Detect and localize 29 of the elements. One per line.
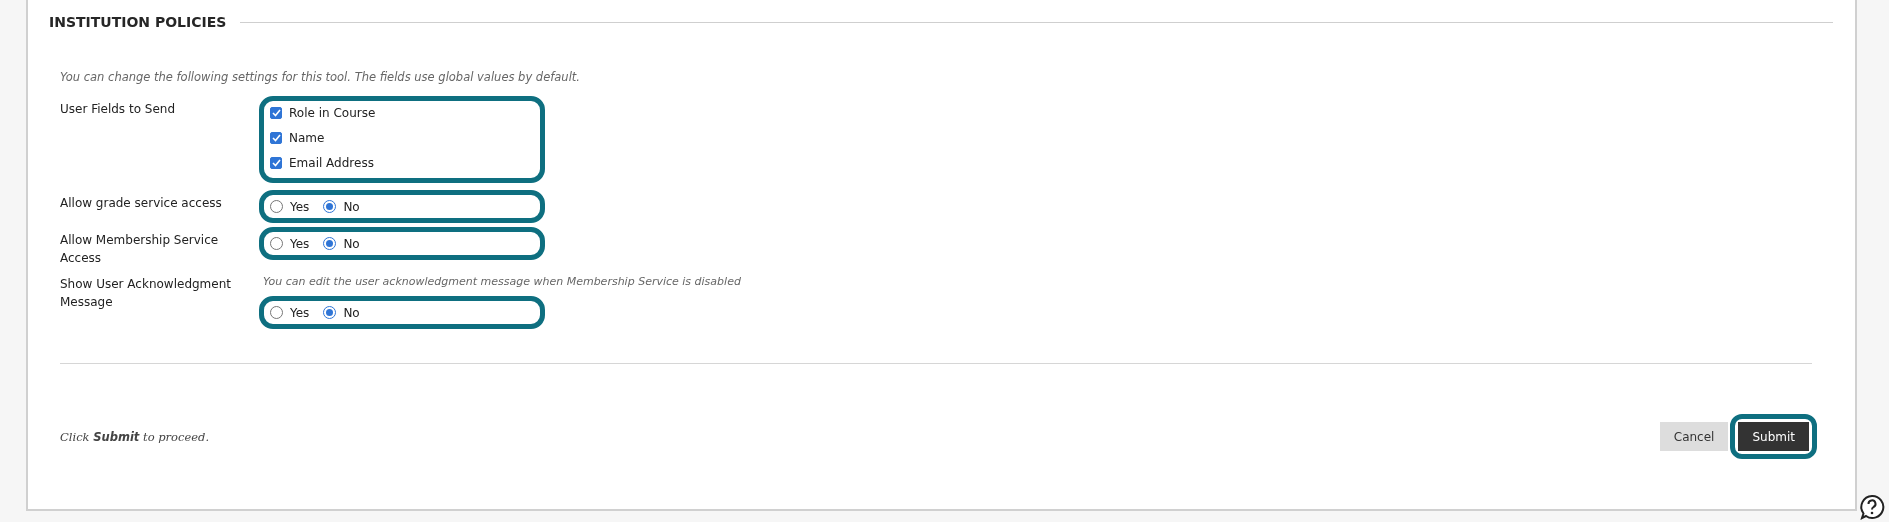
checkbox-option[interactable]: Role in Course [270,103,534,122]
radio-option[interactable]: No [323,303,360,322]
radio-option[interactable]: Yes [270,303,310,322]
radio-button[interactable] [270,306,283,319]
radio-button[interactable] [323,237,337,250]
radio-button[interactable] [323,200,337,213]
radio-option[interactable]: Yes [270,234,310,253]
intro-text: You can change the following settings for this tool. The fields use global values by default. [60,70,581,84]
field-label: Allow Membership Service Access [60,232,220,267]
radio-option[interactable]: No [323,234,360,253]
radio-option[interactable]: Yes [270,197,310,216]
submit-hint: Click Submit to proceed. [60,429,210,444]
radio-button[interactable] [270,237,283,250]
help-icon[interactable] [1859,494,1885,520]
radio-button[interactable] [323,306,337,319]
cancel-button[interactable]: Cancel [1659,422,1729,451]
radio-button[interactable] [270,200,283,213]
checkbox[interactable] [270,156,282,169]
field-label: Allow grade service access [60,195,223,212]
field-note: You can edit the user acknowledgment message when Membership Service is disabled [263,275,741,288]
radio-option[interactable]: No [323,197,360,216]
field-label: Show User Acknowledgment Message [60,276,232,311]
checkbox-option[interactable]: Name [270,128,534,147]
field-label: User Fields to Send [60,101,176,118]
section-title: INSTITUTION POLICIES [49,14,227,30]
submit-button[interactable]: Submit [1738,422,1809,451]
checkbox[interactable] [270,106,282,119]
checkbox-option[interactable]: Email Address [270,153,534,172]
checkbox[interactable] [270,131,282,144]
